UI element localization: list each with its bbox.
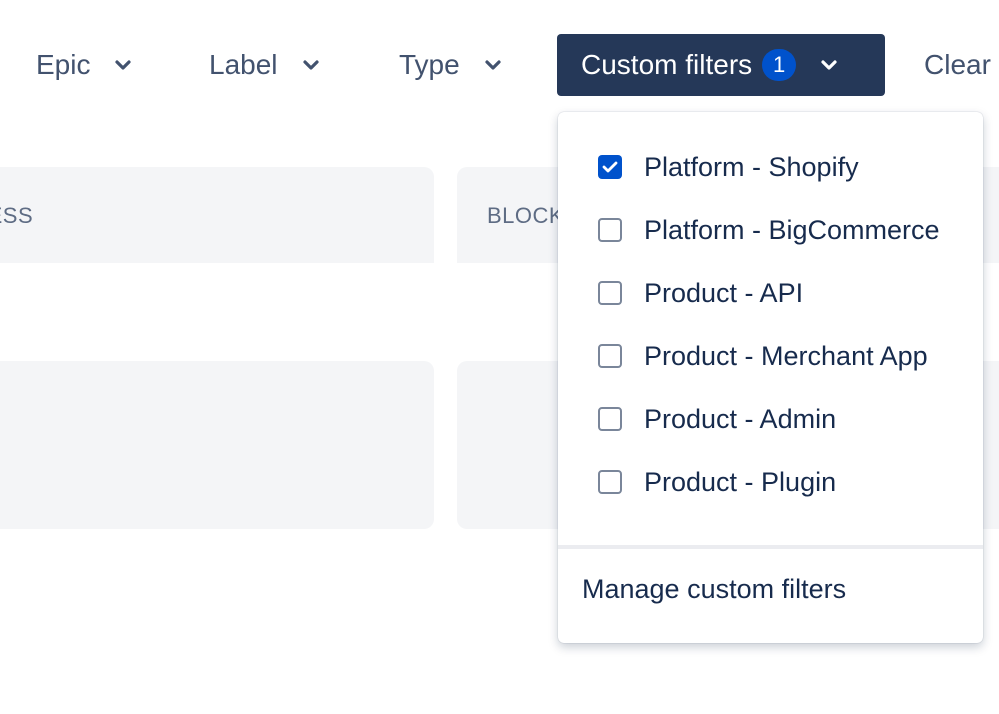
filter-option-platform-bigcommerce[interactable]: Platform - BigCommerce: [558, 202, 983, 258]
clear-filters-button[interactable]: Clear: [924, 34, 991, 96]
filter-option-product-api[interactable]: Product - API: [558, 265, 983, 321]
column-body-in-progress: [0, 361, 434, 529]
chevron-down-icon: [821, 60, 837, 70]
manage-custom-filters-link[interactable]: Manage custom filters: [582, 574, 846, 605]
label-filter-button[interactable]: Label: [209, 34, 320, 96]
checkbox-unchecked[interactable]: [598, 407, 622, 431]
filter-option-label: Platform - Shopify: [644, 151, 859, 182]
column-header-in-progress: OGRESS: [0, 167, 434, 263]
checkbox-unchecked[interactable]: [598, 344, 622, 368]
custom-filters-button[interactable]: Custom filters 1: [557, 34, 885, 96]
type-filter-button[interactable]: Type: [399, 34, 502, 96]
board-page: OGRESS BLOCK Epic Label Type Custom filt…: [0, 0, 999, 714]
checkbox-unchecked[interactable]: [598, 470, 622, 494]
type-filter-label: Type: [399, 49, 460, 80]
epic-filter-button[interactable]: Epic: [36, 34, 132, 96]
column-title: BLOCK: [487, 203, 565, 228]
filter-option-label: Product - Admin: [644, 403, 837, 434]
filter-option-label: Product - API: [644, 277, 804, 308]
epic-filter-label: Epic: [36, 49, 91, 80]
chevron-down-icon: [485, 60, 501, 70]
filter-option-product-admin[interactable]: Product - Admin: [558, 391, 983, 447]
filter-option-label: Platform - BigCommerce: [644, 214, 940, 245]
filter-option-product-merchant-app[interactable]: Product - Merchant App: [558, 328, 983, 384]
column-title: OGRESS: [0, 203, 34, 228]
label-filter-label: Label: [209, 49, 278, 80]
checkbox-unchecked[interactable]: [598, 218, 622, 242]
filter-option-label: Product - Plugin: [644, 466, 837, 497]
checkbox-unchecked[interactable]: [598, 281, 622, 305]
filter-option-label: Product - Merchant App: [644, 340, 928, 371]
custom-filters-label: Custom filters: [581, 49, 753, 80]
chevron-down-icon: [115, 60, 132, 70]
filter-option-platform-shopify[interactable]: Platform - Shopify: [558, 139, 983, 195]
chevron-down-icon: [302, 60, 319, 70]
custom-filters-count-badge: 1: [762, 49, 797, 81]
filter-option-product-plugin[interactable]: Product - Plugin: [558, 454, 983, 510]
check-icon: [602, 161, 618, 173]
custom-filters-dropdown: Platform - Shopify Platform - BigCommerc…: [558, 112, 983, 643]
dropdown-divider: [558, 545, 983, 549]
checkbox-checked[interactable]: [598, 155, 622, 179]
clear-filters-label: Clear: [924, 49, 991, 80]
